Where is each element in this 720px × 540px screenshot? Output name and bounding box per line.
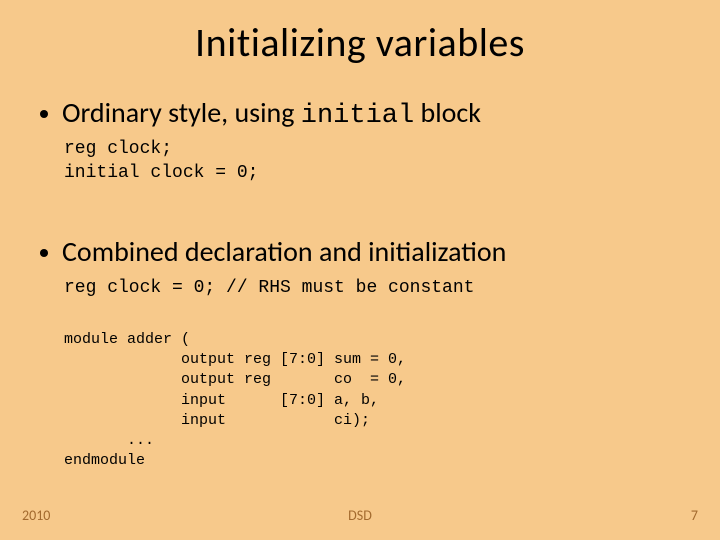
bullet-item: Ordinary style, using initial block [40, 95, 680, 131]
code-block-1: reg clock; initial clock = 0; [64, 137, 680, 186]
bullet-post: block [414, 95, 481, 130]
bullet-mono: initial [301, 101, 414, 131]
bullet-pre: Ordinary style, using [62, 95, 301, 130]
bullet-item: Combined declaration and initialization [40, 234, 680, 270]
bullet-text: Combined declaration and initialization [62, 234, 506, 270]
bullet-text: Ordinary style, using initial block [62, 95, 481, 131]
bullet-dot-icon [40, 249, 48, 257]
bullet-dot-icon [40, 110, 48, 118]
footer-course: DSD [0, 507, 720, 524]
code-block-2: reg clock = 0; // RHS must be constant [64, 276, 680, 300]
slide-content: Ordinary style, using initial block reg … [0, 67, 720, 472]
footer-page-number: 7 [691, 507, 698, 524]
code-block-3: module adder ( output reg [7:0] sum = 0,… [64, 330, 680, 472]
bullet-pre: Combined declaration and initialization [62, 234, 506, 269]
slide-title: Initializing variables [0, 0, 720, 67]
slide: Initializing variables Ordinary style, u… [0, 0, 720, 540]
